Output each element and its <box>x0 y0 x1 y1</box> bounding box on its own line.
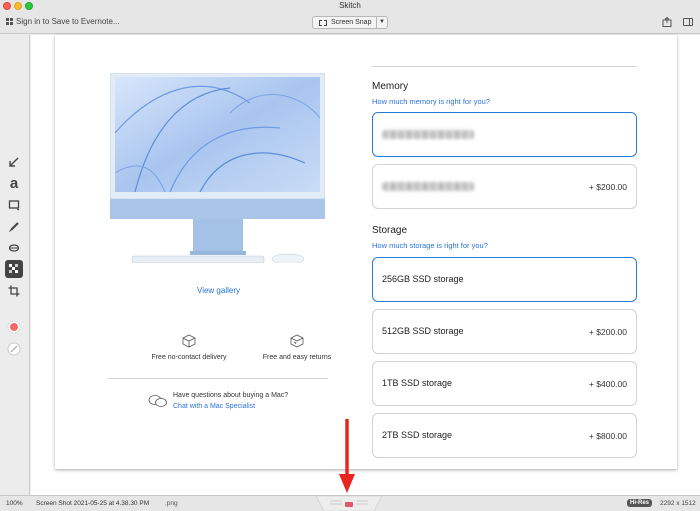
box-icon <box>182 334 196 348</box>
chat-specialist-link[interactable]: Chat with a Mac Specialist <box>173 403 255 410</box>
status-bar: 100% Screen Shot 2021-05-25 at 4.38.30 P… <box>0 495 700 511</box>
screen-snap-icon <box>319 20 327 26</box>
storage-help-link[interactable]: How much storage is right for you? <box>372 241 488 250</box>
option-price: + $400.00 <box>588 379 627 389</box>
pixelate-tool-icon[interactable] <box>5 260 23 278</box>
tool-palette: a <box>0 35 30 495</box>
line-width-icon[interactable] <box>5 340 23 358</box>
highlighter-tool-icon[interactable] <box>5 239 23 257</box>
storage-option[interactable]: 256GB SSD storage <box>372 257 637 302</box>
option-price: + $800.00 <box>588 431 627 441</box>
snap-divider <box>376 17 377 28</box>
memory-title: Memory <box>372 81 409 92</box>
pen-tool-icon[interactable] <box>5 218 23 236</box>
drag-handle-icon[interactable] <box>316 496 382 511</box>
pixelated-redaction <box>382 130 474 139</box>
feature-returns-label: Free and easy returns <box>262 354 332 361</box>
option-name: 256GB SSD storage <box>382 274 464 284</box>
rectangle-tool-icon[interactable] <box>5 196 23 214</box>
top-divider <box>372 66 637 67</box>
screen-snap-label: Screen Snap <box>331 19 372 26</box>
option-name: 512GB SSD storage <box>382 326 464 336</box>
option-name: 2TB SSD storage <box>382 430 453 440</box>
dropdown-arrow-icon[interactable]: ▼ <box>379 19 385 25</box>
memory-option[interactable]: + $200.00 <box>372 164 637 209</box>
chat-bubbles-icon <box>148 395 167 407</box>
storage-title: Storage <box>372 225 408 236</box>
pixelated-redaction <box>382 182 474 191</box>
color-picker-icon[interactable] <box>5 318 23 336</box>
window-title: Skitch <box>339 1 361 10</box>
arrow-tool-icon[interactable] <box>5 153 23 171</box>
red-annotation-arrow <box>339 419 355 493</box>
storage-option[interactable]: 1TB SSD storage + $400.00 <box>372 361 637 406</box>
grid-icon[interactable] <box>6 18 14 26</box>
text-tool-icon[interactable]: a <box>5 174 23 192</box>
canvas-area[interactable]: View gallery Free no-contact delivery Fr… <box>31 35 700 495</box>
option-price: + $200.00 <box>588 327 627 337</box>
crop-tool-icon[interactable] <box>5 282 23 300</box>
file-name[interactable]: Screen Shot 2021-05-25 at 4.38.30 PM <box>36 500 149 507</box>
share-icon[interactable] <box>662 17 672 27</box>
sign-in-evernote-link[interactable]: Sign in to Save to Evernote... <box>16 17 120 26</box>
memory-option[interactable] <box>372 112 637 157</box>
feature-returns: Free and easy returns <box>247 334 347 361</box>
toolbar: Sign in to Save to Evernote... Screen Sn… <box>0 12 700 34</box>
option-name: 1TB SSD storage <box>382 378 453 388</box>
image-dimensions: 2292 x 1512 <box>660 500 696 507</box>
screenshot-document: View gallery Free no-contact delivery Fr… <box>55 35 677 469</box>
question-text: Have questions about buying a Mac? <box>173 392 289 399</box>
file-extension[interactable]: .png <box>165 500 178 507</box>
feature-delivery-label: Free no-contact delivery <box>151 354 227 361</box>
imac-product-image <box>110 73 325 263</box>
view-gallery-link[interactable]: View gallery <box>197 286 240 295</box>
hi-res-badge[interactable]: Hi-Res <box>627 499 653 507</box>
section-divider <box>108 378 328 379</box>
zoom-level[interactable]: 100% <box>6 500 23 507</box>
storage-option[interactable]: 2TB SSD storage + $800.00 <box>372 413 637 458</box>
sidebar-toggle-icon[interactable] <box>683 18 693 26</box>
box-return-icon <box>290 334 304 348</box>
memory-help-link[interactable]: How much memory is right for you? <box>372 97 490 106</box>
feature-delivery: Free no-contact delivery <box>139 334 239 361</box>
option-price: + $200.00 <box>588 182 627 192</box>
screen-snap-button[interactable]: Screen Snap ▼ <box>312 16 388 29</box>
title-bar: Skitch <box>0 0 700 12</box>
storage-option[interactable]: 512GB SSD storage + $200.00 <box>372 309 637 354</box>
